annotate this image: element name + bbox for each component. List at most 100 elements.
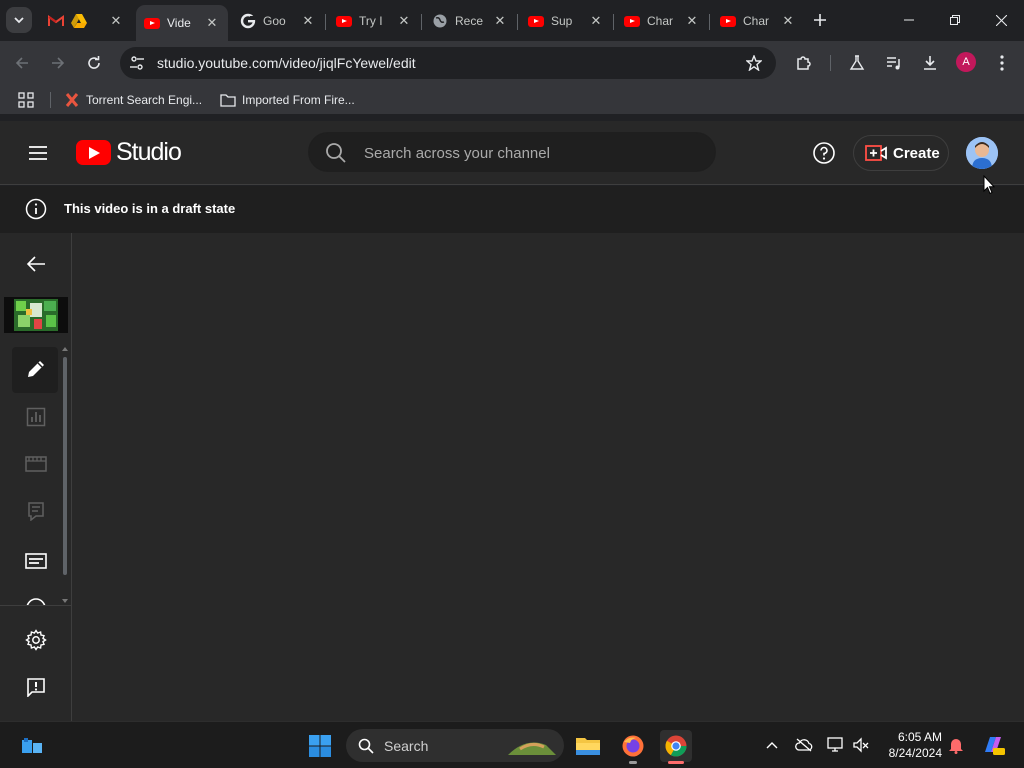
url-text[interactable]: studio.youtube.com/video/jiqlFcYewel/edi… [157, 55, 416, 71]
bookmark-torrent[interactable]: Torrent Search Engi... [64, 91, 202, 109]
volume-button[interactable] [851, 735, 871, 755]
bookmarks-divider [50, 92, 51, 108]
search-highlight-image [508, 742, 556, 755]
taskbar-search[interactable]: Search [346, 729, 564, 762]
forward-button[interactable] [44, 49, 72, 77]
hamburger-menu-icon[interactable] [26, 141, 50, 165]
globe-icon [432, 13, 448, 29]
show-hidden-icons-button[interactable] [762, 735, 782, 755]
kebab-menu-icon [1000, 55, 1004, 71]
close-icon[interactable]: ✕ [780, 13, 796, 29]
close-icon [995, 14, 1007, 26]
close-icon[interactable]: ✕ [492, 13, 508, 29]
reload-button[interactable] [80, 49, 108, 77]
info-icon [25, 198, 47, 220]
tab-search-button[interactable] [6, 7, 32, 33]
send-feedback-button[interactable] [12, 665, 60, 709]
torrent-x-icon [64, 92, 80, 108]
menu-button[interactable] [988, 49, 1016, 77]
studio-header: Studio Create [0, 121, 1024, 185]
new-tab-button[interactable] [808, 8, 832, 32]
music-queue-icon [887, 57, 900, 70]
help-icon[interactable] [812, 141, 836, 165]
search-input[interactable] [364, 142, 694, 164]
close-window-button[interactable] [978, 0, 1024, 40]
running-indicator [629, 761, 637, 764]
channel-avatar[interactable] [966, 137, 998, 169]
tab-gmail-drive[interactable]: ✕ [40, 6, 132, 36]
feedback-icon [27, 678, 45, 697]
channel-search-box[interactable] [308, 132, 716, 172]
restore-button[interactable] [932, 0, 978, 40]
notifications-button[interactable] [946, 735, 966, 755]
tab-channel-2[interactable]: Char ✕ [712, 6, 804, 36]
copilot-button[interactable] [980, 735, 1006, 755]
network-icon [827, 737, 843, 752]
tab-channel-1[interactable]: Char ✕ [616, 6, 708, 36]
arrow-right-icon [52, 57, 65, 69]
onedrive-button[interactable] [794, 735, 814, 755]
speaker-muted-icon [853, 737, 869, 753]
settings-button[interactable] [12, 618, 60, 662]
bookmark-imported-folder[interactable]: Imported From Fire... [220, 91, 355, 109]
search-icon [358, 738, 374, 754]
scroll-down-arrow[interactable] [62, 599, 68, 603]
back-to-content-button[interactable] [12, 242, 60, 286]
close-icon[interactable]: ✕ [204, 15, 220, 31]
downloads-button[interactable] [916, 49, 944, 77]
nav-copyright[interactable] [12, 585, 60, 605]
tab-recent[interactable]: Rece ✕ [424, 6, 516, 36]
tab-google[interactable]: Goo ✕ [232, 6, 324, 36]
create-button[interactable]: Create [853, 135, 949, 171]
media-control-button[interactable] [880, 49, 908, 77]
tab-try[interactable]: Try I ✕ [328, 6, 420, 36]
tab-video-active[interactable]: Vide ✕ [136, 5, 228, 41]
start-button[interactable] [304, 730, 336, 762]
nav-subtitles[interactable] [12, 539, 60, 583]
star-icon [746, 55, 762, 71]
studio-logo[interactable]: Studio [76, 138, 182, 167]
close-icon[interactable]: ✕ [108, 13, 124, 29]
close-icon[interactable]: ✕ [396, 13, 412, 29]
address-bar[interactable]: studio.youtube.com/video/jiqlFcYewel/edi… [120, 47, 776, 79]
scroll-up-arrow[interactable] [62, 347, 68, 351]
bookmark-label: Torrent Search Engi... [86, 93, 203, 107]
sidebar-scrollbar[interactable] [63, 357, 67, 575]
minimize-icon [904, 19, 914, 21]
tab-title: Char [647, 14, 674, 28]
arrow-left-icon [15, 57, 28, 69]
profile-avatar[interactable]: A [956, 52, 976, 72]
windows-taskbar: Search 6:05 AM 8/24/2024 [0, 721, 1024, 768]
chrome-button[interactable] [660, 730, 692, 762]
restore-icon [950, 15, 960, 25]
video-thumbnail[interactable] [4, 297, 68, 333]
minimize-button[interactable] [886, 0, 932, 40]
bookmark-star-button[interactable] [744, 53, 764, 73]
tab-title: Try I [359, 14, 383, 28]
comment-icon [28, 502, 44, 521]
extensions-button[interactable] [790, 49, 818, 77]
sidebar-divider [0, 605, 71, 606]
youtube-logo-icon [76, 140, 111, 165]
firefox-button[interactable] [617, 730, 649, 762]
apps-button[interactable] [18, 91, 34, 109]
back-button[interactable] [8, 49, 36, 77]
widgets-button[interactable] [16, 730, 48, 762]
labs-button[interactable] [843, 49, 871, 77]
nav-editor[interactable] [12, 442, 60, 486]
tab-title: Char [743, 14, 770, 28]
tab-support[interactable]: Sup ✕ [520, 6, 612, 36]
nav-comments[interactable] [12, 489, 60, 533]
network-button[interactable] [826, 735, 846, 755]
reload-icon [88, 56, 100, 69]
system-clock[interactable]: 6:05 AM 8/24/2024 [880, 729, 942, 761]
nav-details[interactable] [12, 347, 60, 391]
close-icon[interactable]: ✕ [300, 13, 316, 29]
close-icon[interactable]: ✕ [684, 13, 700, 29]
subtitles-icon [25, 553, 47, 569]
close-icon[interactable]: ✕ [588, 13, 604, 29]
nav-analytics[interactable] [12, 395, 60, 439]
file-explorer-button[interactable] [572, 730, 604, 762]
site-settings-icon[interactable] [128, 54, 146, 72]
youtube-icon [336, 13, 352, 29]
